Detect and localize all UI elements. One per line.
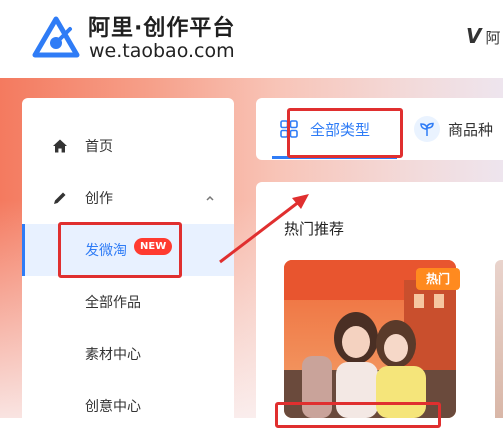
- annotation-arrow-icon: [219, 194, 309, 264]
